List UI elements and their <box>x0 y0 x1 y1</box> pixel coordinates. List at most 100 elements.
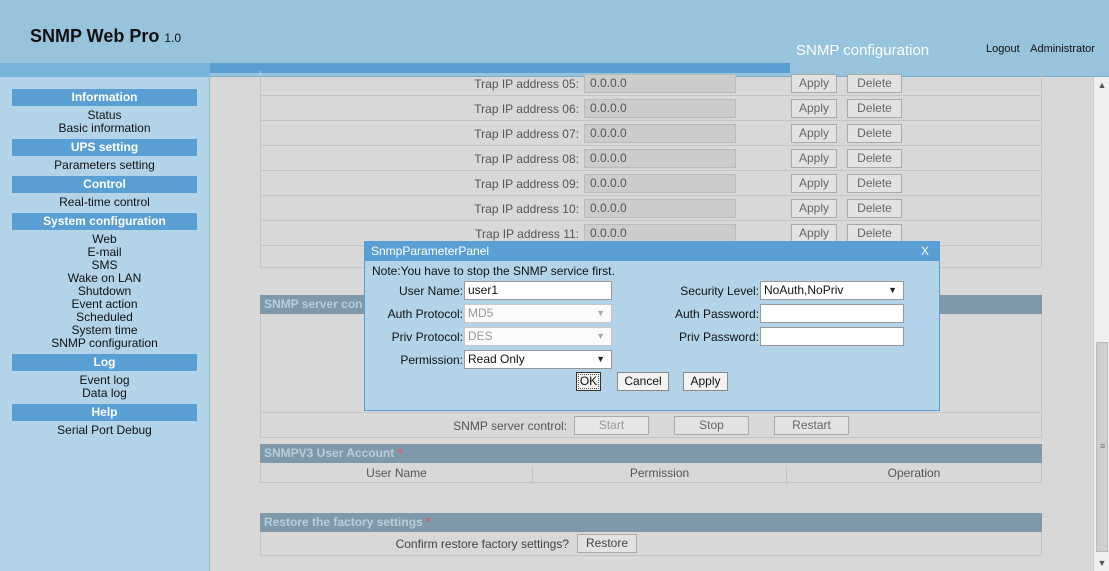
column-header-permission: Permission <box>533 466 787 485</box>
security-level-value: NoAuth,NoPriv <box>764 283 844 297</box>
priv-protocol-value: DES <box>468 329 493 343</box>
trap-row: Trap IP address 08: 0.0.0.0 Apply Delete <box>260 146 1042 171</box>
snmpv3-table-header: User Name Permission Operation <box>260 463 1042 485</box>
trap-row: Trap IP address 09: 0.0.0.0 Apply Delete <box>260 171 1042 196</box>
trap-ip-input[interactable]: 0.0.0.0 <box>584 99 736 118</box>
trap-delete-button[interactable]: Delete <box>847 74 902 93</box>
sidebar-group-ups-setting: UPS setting <box>12 139 197 156</box>
sidebar-item-snmp-configuration[interactable]: SNMP configuration <box>0 337 209 350</box>
trap-row: Trap IP address 10: 0.0.0.0 Apply Delete <box>260 196 1042 221</box>
restore-section-title: Restore the factory settings <box>264 515 423 529</box>
trap-ip-input[interactable]: 0.0.0.0 <box>584 124 736 143</box>
dialog-close-button[interactable]: X <box>921 242 929 261</box>
restart-button[interactable]: Restart <box>774 416 849 435</box>
current-user: Administrator <box>1030 43 1095 55</box>
trap-row: Trap IP address 06: 0.0.0.0 Apply Delete <box>260 96 1042 121</box>
snmp-parameter-dialog: SnmpParameterPanel X Note:You have to st… <box>364 241 940 411</box>
sidebar-group-log: Log <box>12 354 197 371</box>
trap-label: Trap IP address 11: <box>475 227 579 241</box>
sidebar-item-basic-information[interactable]: Basic information <box>0 122 209 135</box>
trap-apply-button[interactable]: Apply <box>791 149 837 168</box>
dialog-note: Note:You have to stop the SNMP service f… <box>372 264 615 278</box>
priv-password-input[interactable] <box>760 327 904 346</box>
trap-row: Trap IP address 05: 0.0.0.0 Apply Delete <box>260 71 1042 96</box>
dropdown-arrow-icon: ▼ <box>888 285 897 295</box>
sidebar-group-help: Help <box>12 404 197 421</box>
dropdown-arrow-icon: ▼ <box>596 331 605 341</box>
snmpv3-section-header: SNMPV3 User Account * <box>260 444 1042 463</box>
trap-apply-button[interactable]: Apply <box>791 199 837 218</box>
sidebar-group-information: Information <box>12 89 197 106</box>
trap-ip-input[interactable]: 0.0.0.0 <box>584 74 736 93</box>
dialog-titlebar: SnmpParameterPanel X <box>365 242 939 261</box>
header-links: Logout Administrator <box>986 43 1103 55</box>
permission-label: Permission: <box>400 353 463 367</box>
scroll-grip-icon: ≡ <box>1100 441 1106 451</box>
start-button[interactable]: Start <box>574 416 649 435</box>
trap-delete-button[interactable]: Delete <box>847 99 902 118</box>
security-level-select[interactable]: NoAuth,NoPriv ▼ <box>760 281 904 300</box>
brand-name: SNMP Web Pro <box>30 26 160 46</box>
permission-select[interactable]: Read Only ▼ <box>464 350 612 369</box>
trap-label: Trap IP address 10: <box>474 202 579 216</box>
column-header-operation: Operation <box>887 466 941 480</box>
trap-apply-button[interactable]: Apply <box>791 99 837 118</box>
restore-button[interactable]: Restore <box>577 534 637 553</box>
header-strip-left <box>0 63 210 77</box>
trap-apply-button[interactable]: Apply <box>791 174 837 193</box>
trap-delete-button[interactable]: Delete <box>847 174 902 193</box>
trap-ip-input[interactable]: 0.0.0.0 <box>584 174 736 193</box>
trap-delete-button[interactable]: Delete <box>847 124 902 143</box>
vertical-scrollbar[interactable]: ▲ ≡ ▼ <box>1093 77 1109 571</box>
sidebar-group-control: Control <box>12 176 197 193</box>
restore-section-header: Restore the factory settings * <box>260 513 1042 532</box>
trap-apply-button[interactable]: Apply <box>791 124 837 143</box>
trap-ip-input[interactable]: 0.0.0.0 <box>584 199 736 218</box>
sidebar-item-real-time-control[interactable]: Real-time control <box>0 196 209 209</box>
brand-version: 1.0 <box>164 31 182 45</box>
stop-button[interactable]: Stop <box>674 416 749 435</box>
cancel-button[interactable]: Cancel <box>617 372 669 391</box>
snmp-server-control-label: SNMP server control: <box>453 419 567 433</box>
apply-button[interactable]: Apply <box>683 372 728 391</box>
trap-delete-button[interactable]: Delete <box>847 199 902 218</box>
permission-value: Read Only <box>468 352 525 366</box>
auth-password-input[interactable] <box>760 304 904 323</box>
auth-protocol-label: Auth Protocol: <box>387 307 463 321</box>
brand-logo: SNMP Web Pro 1.0 <box>30 26 181 47</box>
dropdown-arrow-icon: ▼ <box>596 354 605 364</box>
dialog-title: SnmpParameterPanel <box>371 244 490 258</box>
scroll-up-arrow-icon[interactable]: ▲ <box>1094 77 1109 93</box>
priv-password-label: Priv Password: <box>678 330 759 344</box>
sidebar-group-system-configuration: System configuration <box>12 213 197 230</box>
scroll-thumb[interactable]: ≡ <box>1096 342 1108 552</box>
trap-label: Trap IP address 05: <box>474 77 579 91</box>
trap-delete-button[interactable]: Delete <box>847 149 902 168</box>
scroll-down-arrow-icon[interactable]: ▼ <box>1094 555 1109 571</box>
user-name-input[interactable]: user1 <box>464 281 612 300</box>
trap-ip-input[interactable]: 0.0.0.0 <box>584 149 736 168</box>
snmp-server-control-row: SNMP server control: Start Stop Restart <box>260 412 1042 438</box>
restore-row: Confirm restore factory settings? Restor… <box>260 532 1042 556</box>
sidebar-item-parameters-setting[interactable]: Parameters setting <box>0 159 209 172</box>
security-level-label: Security Level: <box>680 284 759 298</box>
sidebar-item-data-log[interactable]: Data log <box>0 387 209 400</box>
page-title: SNMP configuration <box>796 42 930 59</box>
ok-button[interactable]: OK <box>576 372 601 391</box>
priv-protocol-select[interactable]: DES ▼ <box>464 327 612 346</box>
auth-protocol-select[interactable]: MD5 ▼ <box>464 304 612 323</box>
sidebar-item-serial-port-debug[interactable]: Serial Port Debug <box>0 424 209 437</box>
trap-apply-button[interactable]: Apply <box>791 74 837 93</box>
trap-label: Trap IP address 07: <box>474 127 579 141</box>
required-marker: * <box>397 446 403 460</box>
dialog-body: Note:You have to stop the SNMP service f… <box>365 261 939 410</box>
priv-protocol-label: Priv Protocol: <box>391 330 463 344</box>
logout-link[interactable]: Logout <box>986 43 1020 55</box>
restore-label: Confirm restore factory settings? <box>395 537 569 551</box>
trap-label: Trap IP address 09: <box>474 177 579 191</box>
snmpv3-section-title: SNMPV3 User Account <box>264 446 395 460</box>
trap-label: Trap IP address 06: <box>474 102 579 116</box>
auth-password-label: Auth Password: <box>674 307 759 321</box>
sidebar: Information Status Basic information UPS… <box>0 77 210 571</box>
required-marker: * <box>426 515 431 529</box>
